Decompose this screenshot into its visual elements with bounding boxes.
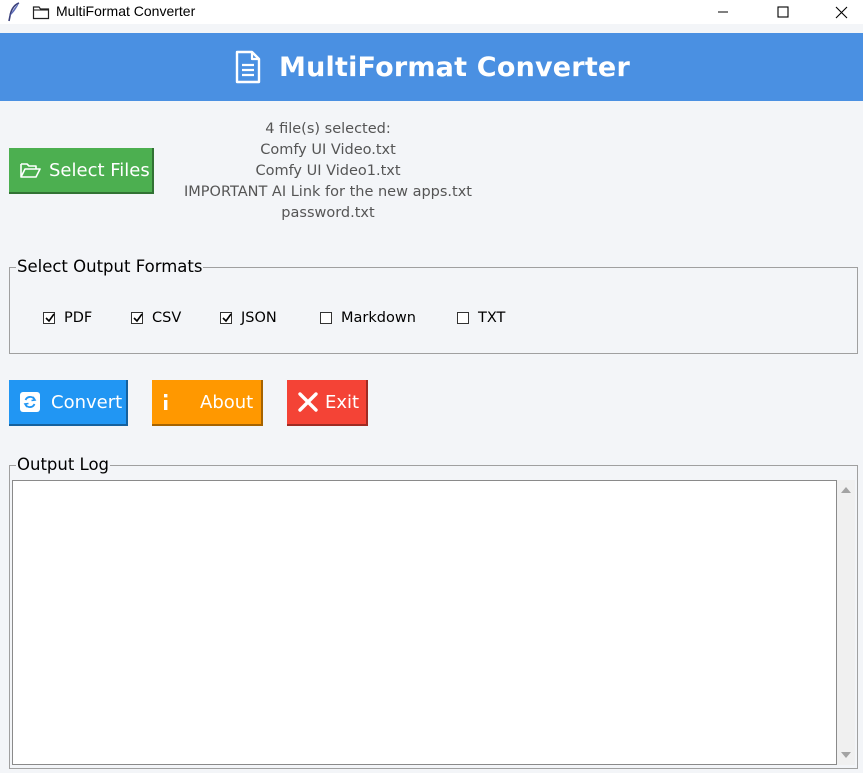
- app-title: MultiFormat Converter: [279, 51, 630, 83]
- output-log-group: Output Log: [9, 455, 858, 769]
- maximize-icon: [777, 6, 789, 18]
- format-checkbox-txt[interactable]: TXT: [457, 310, 505, 326]
- output-formats-group: Select Output Formats PDF CSV JSON Markd…: [9, 257, 858, 354]
- refresh-icon: [20, 392, 40, 412]
- x-icon: [298, 392, 318, 412]
- document-icon: [235, 50, 261, 84]
- checkmark-icon: [133, 313, 143, 323]
- file-name: password.txt: [281, 205, 375, 221]
- convert-button[interactable]: Convert: [9, 380, 128, 426]
- app-header: MultiFormat Converter: [0, 33, 863, 101]
- format-label: TXT: [478, 310, 506, 326]
- folder-icon: [32, 6, 50, 20]
- convert-label: Convert: [51, 391, 123, 413]
- checkmark-icon: [45, 313, 55, 323]
- file-name: Comfy UI Video1.txt: [255, 163, 401, 179]
- close-button[interactable]: [818, 0, 863, 24]
- info-icon: [164, 394, 168, 410]
- checkbox-box[interactable]: [220, 312, 232, 324]
- output-log-textarea[interactable]: [12, 480, 837, 765]
- output-formats-legend: Select Output Formats: [16, 257, 204, 276]
- checkbox-box[interactable]: [457, 312, 469, 324]
- file-name: Comfy UI Video.txt: [260, 142, 396, 158]
- minimize-button[interactable]: [700, 0, 746, 24]
- scroll-up-arrow-icon[interactable]: [840, 484, 852, 496]
- format-checkbox-markdown[interactable]: Markdown: [320, 310, 416, 326]
- open-folder-icon: [20, 163, 41, 178]
- format-checkbox-csv[interactable]: CSV: [131, 310, 181, 326]
- select-files-button[interactable]: Select Files: [9, 148, 154, 194]
- close-icon: [835, 6, 847, 18]
- checkbox-box[interactable]: [131, 312, 143, 324]
- log-scrollbar[interactable]: [837, 480, 855, 765]
- exit-label: Exit: [325, 391, 360, 413]
- format-label: CSV: [152, 310, 182, 326]
- about-label: About: [200, 391, 254, 413]
- file-name: IMPORTANT AI Link for the new apps.txt: [184, 184, 472, 200]
- exit-button[interactable]: Exit: [287, 380, 368, 426]
- scroll-down-arrow-icon[interactable]: [840, 749, 852, 761]
- feather-icon: [8, 2, 20, 22]
- about-button[interactable]: About: [152, 380, 263, 426]
- files-summary: 4 file(s) selected:: [265, 121, 391, 137]
- format-checkbox-pdf[interactable]: PDF: [43, 310, 92, 326]
- minimize-icon: [718, 11, 728, 13]
- checkmark-icon: [222, 313, 232, 323]
- output-log-legend: Output Log: [16, 455, 111, 474]
- format-checkbox-json[interactable]: JSON: [220, 310, 277, 326]
- format-label: JSON: [241, 310, 277, 326]
- selected-files-info: 4 file(s) selected: Comfy UI Video.txt C…: [160, 119, 496, 224]
- title-bar: MultiFormat Converter: [0, 0, 863, 24]
- format-label: Markdown: [341, 310, 416, 326]
- format-label: PDF: [64, 310, 93, 326]
- checkbox-box[interactable]: [320, 312, 332, 324]
- select-files-label: Select Files: [49, 159, 150, 181]
- window-title: MultiFormat Converter: [56, 3, 196, 19]
- maximize-button[interactable]: [760, 0, 806, 24]
- checkbox-box[interactable]: [43, 312, 55, 324]
